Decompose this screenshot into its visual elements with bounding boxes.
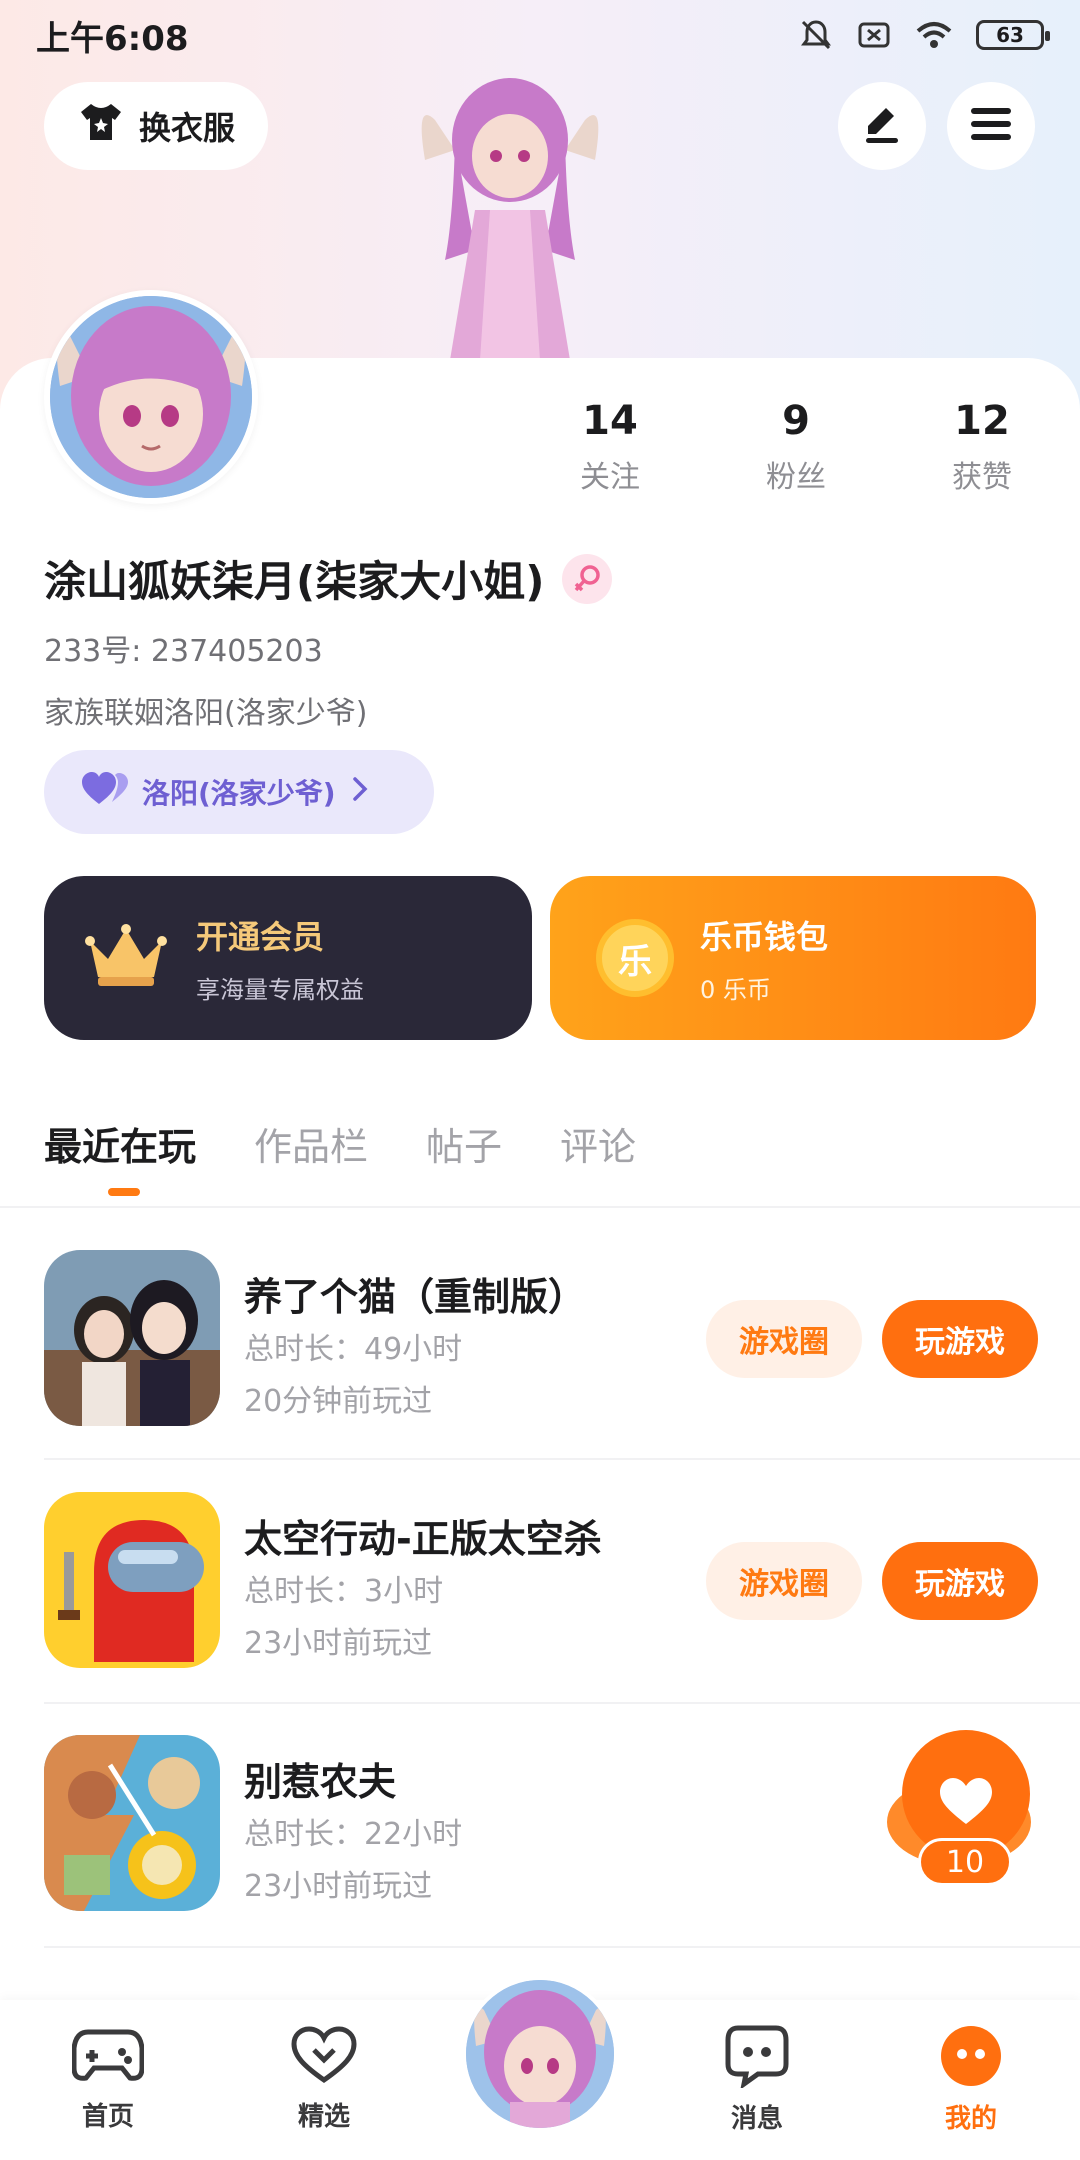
chat-bubble-icon (724, 2025, 790, 2092)
game-icon-farmer (44, 1735, 220, 1911)
smile-face-icon (939, 2026, 1003, 2092)
change-outfit-button[interactable]: 换衣服 (44, 82, 268, 170)
play-game-button[interactable]: 玩游戏 (882, 1542, 1038, 1620)
like-float-button[interactable]: 10 (882, 1730, 1036, 1890)
nickname-row: 涂山狐妖柒月(柒家大小姐) (44, 548, 613, 609)
profile-tabs: 最近在玩 作品栏 帖子 评论 (44, 1116, 636, 1196)
partner-link[interactable]: 洛阳(洛家少爷) (44, 750, 434, 834)
battery-icon: 63 (976, 20, 1050, 50)
game-row-space[interactable]: 太空行动-正版太空杀 总时长：3小时 23小时前玩过 游戏圈 玩游戏 (44, 1492, 1080, 1736)
center-character-avatar[interactable] (462, 1976, 618, 2132)
game-circle-button[interactable]: 游戏圈 (706, 1542, 862, 1620)
bell-muted-icon (798, 17, 834, 53)
game-duration: 总时长：49小时 (244, 1332, 463, 1367)
wallet-balance: 0 乐币 (700, 975, 771, 1004)
pen-icon (860, 102, 904, 150)
nav-messages[interactable]: 消息 (692, 2024, 822, 2135)
play-game-button[interactable]: 玩游戏 (882, 1300, 1038, 1378)
game-name: 别惹农夫 (244, 1760, 397, 1804)
partner-label: 洛阳(洛家少爷) (142, 777, 336, 810)
nav-home-label: 首页 (81, 2102, 134, 2132)
game-name: 养了个猫（重制版） (244, 1275, 587, 1319)
tab-posts[interactable]: 帖子 (426, 1116, 502, 1171)
coin-icon: 乐 (596, 919, 674, 997)
menu-button[interactable] (947, 82, 1035, 170)
stat-fans[interactable]: 9 粉丝 (726, 398, 866, 496)
vip-title: 开通会员 (196, 917, 325, 956)
change-outfit-label: 换衣服 (138, 109, 235, 147)
double-heart-icon (82, 771, 128, 813)
game-duration: 总时长：3小时 (244, 1574, 444, 1609)
user-avatar[interactable] (44, 290, 258, 504)
heart-outline-icon (290, 2026, 358, 2090)
like-count: 10 (918, 1838, 1012, 1886)
nav-messages-label: 消息 (730, 2104, 783, 2134)
sim-off-icon (856, 17, 892, 53)
wallet-title: 乐币钱包 (700, 917, 829, 956)
game-name: 太空行动-正版太空杀 (244, 1517, 602, 1561)
tshirt-icon (77, 100, 125, 152)
tab-recent-play[interactable]: 最近在玩 (44, 1116, 196, 1196)
nav-featured-label: 精选 (297, 2102, 350, 2132)
edit-profile-button[interactable] (838, 82, 926, 170)
game-last-played: 23小时前玩过 (244, 1626, 433, 1661)
vip-subtitle: 享海量专属权益 (196, 975, 364, 1004)
nav-mine[interactable]: 我的 (906, 2024, 1036, 2135)
row-divider (44, 1702, 1080, 1704)
vip-membership-card[interactable]: 开通会员 享海量专属权益 (44, 876, 532, 1040)
stat-fans-count: 9 (782, 398, 810, 444)
stat-likes-label: 获赞 (952, 460, 1012, 495)
game-icon-cat (44, 1250, 220, 1426)
game-last-played: 20分钟前玩过 (244, 1384, 433, 1419)
profile-stats: 14 关注 9 粉丝 12 获赞 (540, 398, 1080, 508)
user-id: 233号: 237405203 (44, 634, 323, 669)
wifi-icon (914, 17, 954, 53)
nav-home[interactable]: 首页 (43, 2024, 173, 2133)
hamburger-menu-icon (969, 104, 1013, 148)
crown-icon (84, 921, 168, 995)
game-icon-space (44, 1492, 220, 1668)
tab-comments[interactable]: 评论 (560, 1116, 636, 1171)
stat-likes[interactable]: 12 获赞 (912, 398, 1052, 496)
coin-wallet-card[interactable]: 乐 乐币钱包 0 乐币 (550, 876, 1036, 1040)
row-divider (44, 1946, 1080, 1948)
family-bio: 家族联姻洛阳(洛家少爷) (44, 696, 368, 731)
stat-following-label: 关注 (580, 460, 640, 495)
game-last-played: 23小时前玩过 (244, 1869, 433, 1904)
chevron-right-icon (350, 776, 370, 809)
nickname: 涂山狐妖柒月(柒家大小姐) (44, 557, 545, 606)
status-time: 上午6:08 (36, 18, 189, 59)
stat-following[interactable]: 14 关注 (540, 398, 680, 496)
character-figure[interactable] (395, 60, 625, 360)
tab-works[interactable]: 作品栏 (254, 1116, 368, 1171)
stat-fans-label: 粉丝 (766, 460, 826, 495)
row-divider (44, 1458, 1080, 1460)
stat-following-count: 14 (582, 398, 638, 444)
stat-likes-count: 12 (954, 398, 1010, 444)
gamepad-icon (71, 2029, 145, 2090)
tab-divider (0, 1206, 1080, 1208)
nav-mine-label: 我的 (944, 2104, 997, 2134)
game-circle-button[interactable]: 游戏圈 (706, 1300, 862, 1378)
nav-featured[interactable]: 精选 (259, 2024, 389, 2133)
female-gender-icon (562, 553, 613, 604)
game-duration: 总时长：22小时 (244, 1817, 463, 1852)
